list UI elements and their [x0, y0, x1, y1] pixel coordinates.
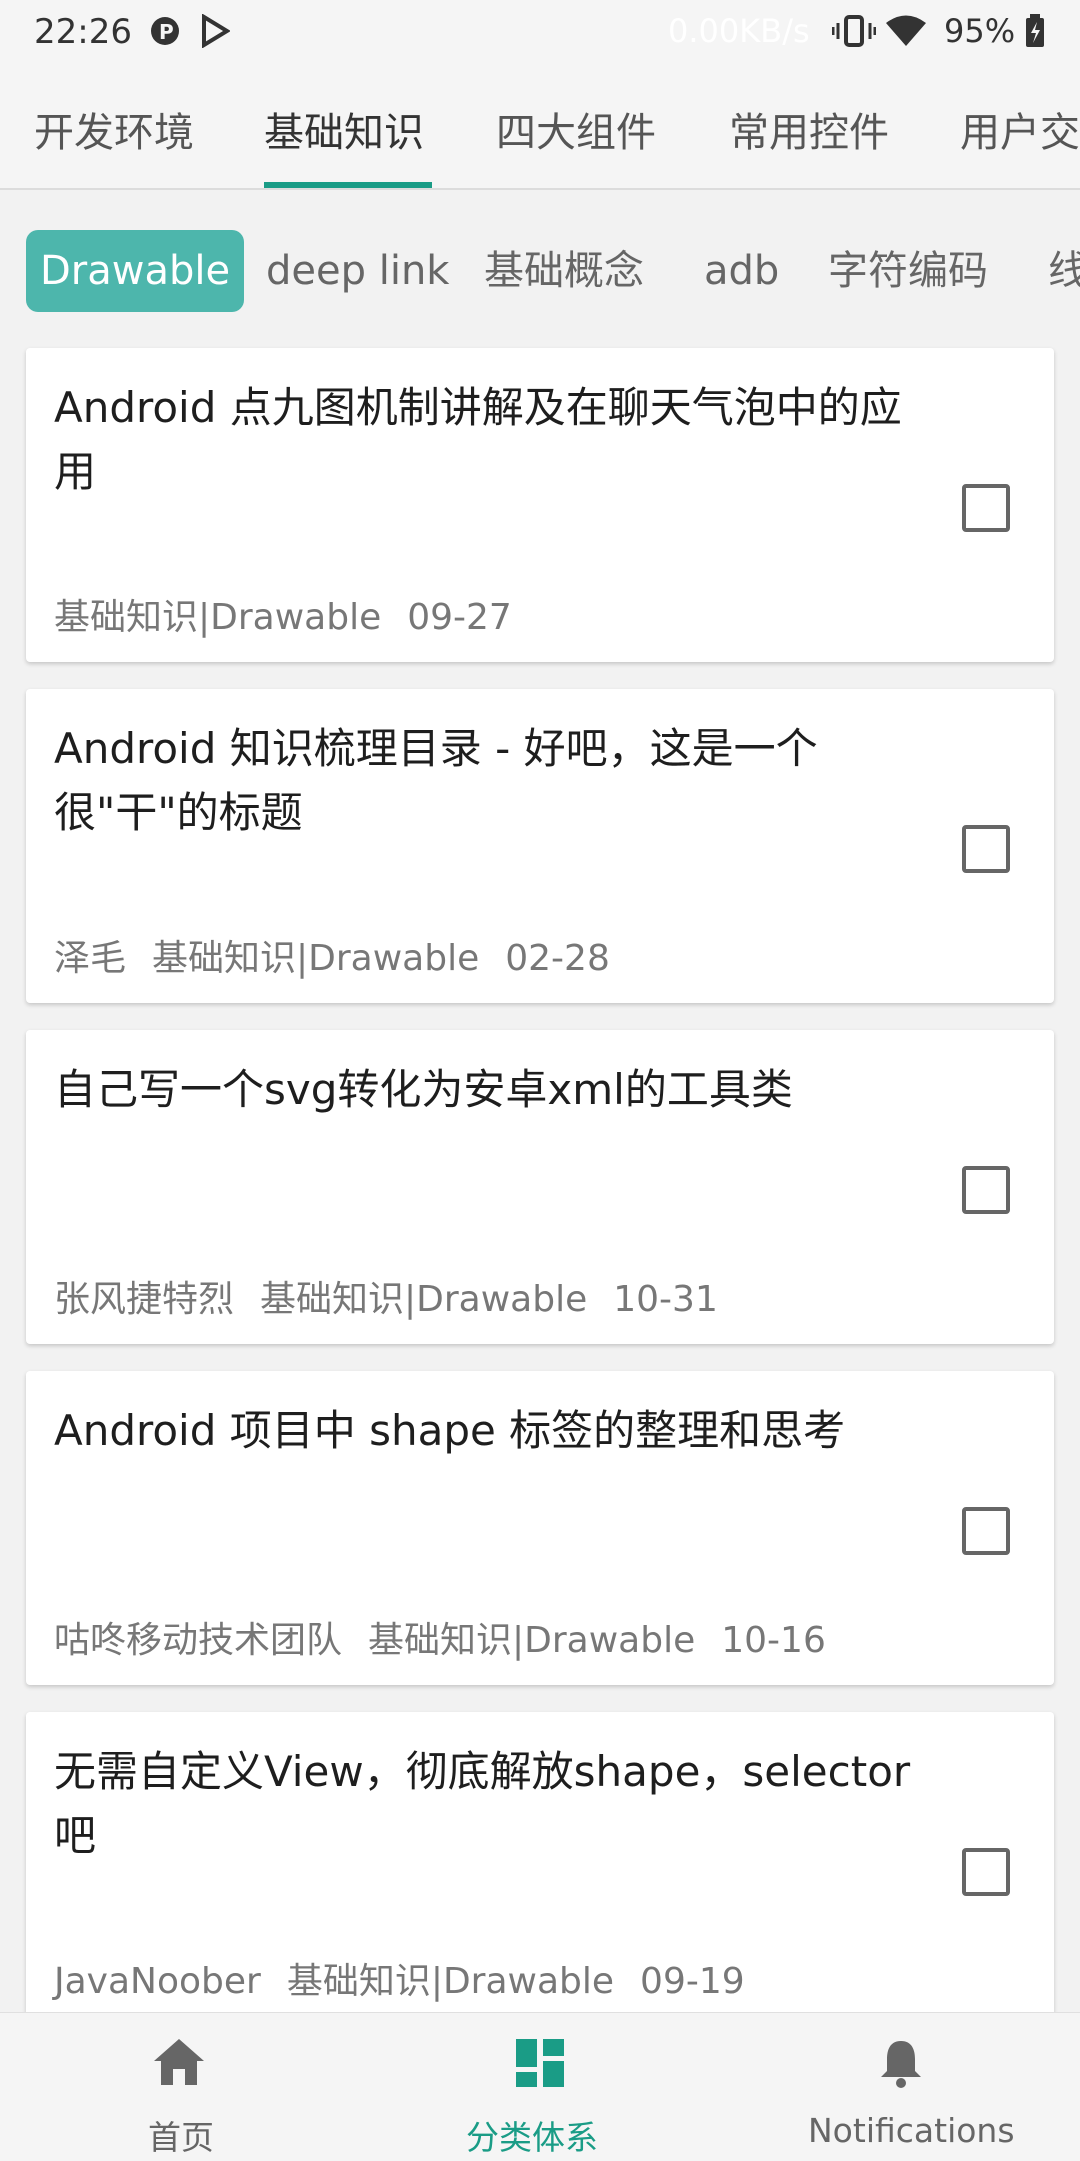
battery-percent: 95%: [944, 12, 1016, 50]
article-card[interactable]: Android 知识梳理目录 - 好吧，这是一个很"干"的标题 泽毛 基础知识|D…: [26, 689, 1054, 1003]
chip-basic-concepts[interactable]: 基础概念: [484, 230, 644, 312]
chip-drawable[interactable]: Drawable: [26, 230, 245, 312]
tab-basic-knowledge[interactable]: 基础知识: [264, 100, 424, 158]
article-meta: 咕咚移动技术团队 基础知识|Drawable 10-16: [54, 1611, 852, 1663]
article-author: 泽毛: [54, 938, 127, 979]
article-title: Android 项目中 shape 标签的整理和思考: [54, 1406, 846, 1455]
status-time: 22:26: [34, 12, 132, 52]
play-store-icon: [200, 13, 231, 56]
article-date: 09-27: [407, 597, 512, 638]
chip-adb[interactable]: adb: [704, 230, 779, 312]
collect-checkbox[interactable]: [962, 484, 1010, 532]
subcategory-chips: Drawable deep link 基础概念 adb 字符编码 线: [0, 190, 1080, 330]
network-speed: 0.00KB/s: [668, 12, 810, 50]
article-category: 基础知识|Drawable: [260, 1279, 588, 1320]
article-category: 基础知识|Drawable: [286, 1961, 615, 2002]
collect-checkbox[interactable]: [962, 1166, 1010, 1214]
status-bar: 22:26 P 0.00KB/s 95%: [0, 0, 1080, 64]
bottom-navigation: 首页 分类体系 Notifications: [0, 2012, 1080, 2161]
article-author: 张风捷特烈: [54, 1279, 235, 1320]
article-title: Android 点九图机制讲解及在聊天气泡中的应用: [54, 383, 902, 496]
nav-home[interactable]: 首页: [0, 2013, 360, 2161]
chip-deep-link[interactable]: deep link: [266, 230, 449, 312]
tab-user-interaction[interactable]: 用户交: [960, 100, 1080, 158]
home-icon: [152, 2037, 206, 2091]
article-author: JavaNoober: [54, 1961, 261, 2002]
svg-text:P: P: [159, 20, 174, 44]
article-card[interactable]: 无需自定义View，彻底解放shape，selector吧 JavaNoober…: [26, 1712, 1054, 2026]
article-title: 无需自定义View，彻底解放shape，selector吧: [54, 1747, 911, 1860]
dashboard-icon: [514, 2037, 566, 2093]
battery-icon: [1024, 14, 1046, 56]
nav-category-system[interactable]: 分类体系: [360, 2013, 720, 2161]
nav-notifications-label: Notifications: [808, 2111, 1015, 2150]
chip-char-encoding[interactable]: 字符编码: [828, 230, 988, 312]
article-meta: 基础知识|Drawable 09-27: [54, 588, 538, 640]
tab-dev-environment[interactable]: 开发环境: [34, 100, 194, 158]
nav-category-label: 分类体系: [466, 2118, 598, 2157]
nav-home-label: 首页: [148, 2118, 214, 2157]
article-category: 基础知识|Drawable: [54, 597, 382, 638]
article-meta: 张风捷特烈 基础知识|Drawable 10-31: [54, 1270, 744, 1322]
collect-checkbox[interactable]: [962, 1507, 1010, 1555]
article-date: 10-31: [613, 1279, 718, 1320]
article-date: 10-16: [721, 1620, 826, 1661]
article-date: 02-28: [505, 938, 610, 979]
article-category: 基础知识|Drawable: [368, 1620, 696, 1661]
article-card[interactable]: 自己写一个svg转化为安卓xml的工具类 张风捷特烈 基础知识|Drawable 1…: [26, 1030, 1054, 1344]
bell-icon: [878, 2037, 924, 2093]
article-meta: JavaNoober 基础知识|Drawable 09-19: [54, 1952, 771, 2004]
collect-checkbox[interactable]: [962, 825, 1010, 873]
article-title: Android 知识梳理目录 - 好吧，这是一个很"干"的标题: [54, 724, 818, 837]
article-meta: 泽毛 基础知识|Drawable 02-28: [54, 929, 636, 981]
chip-thread[interactable]: 线: [1048, 230, 1080, 312]
tab-common-controls[interactable]: 常用控件: [729, 100, 889, 158]
wifi-icon: [884, 14, 928, 56]
article-date: 09-19: [640, 1961, 745, 2002]
collect-checkbox[interactable]: [962, 1848, 1010, 1896]
tab-indicator: [264, 182, 432, 188]
vibrate-icon: [831, 14, 877, 56]
article-category: 基础知识|Drawable: [152, 938, 480, 979]
article-author: 咕咚移动技术团队: [54, 1620, 343, 1661]
article-card[interactable]: Android 项目中 shape 标签的整理和思考 咕咚移动技术团队 基础知识|…: [26, 1371, 1054, 1685]
tab-four-components[interactable]: 四大组件: [496, 100, 656, 158]
p-icon: P: [150, 14, 180, 56]
article-card[interactable]: Android 点九图机制讲解及在聊天气泡中的应用 基础知识|Drawable 0…: [26, 348, 1054, 662]
nav-notifications[interactable]: Notifications: [720, 2013, 1080, 2161]
category-tab-bar: 开发环境 基础知识 四大组件 常用控件 用户交: [0, 64, 1080, 190]
article-title: 自己写一个svg转化为安卓xml的工具类: [54, 1065, 793, 1114]
